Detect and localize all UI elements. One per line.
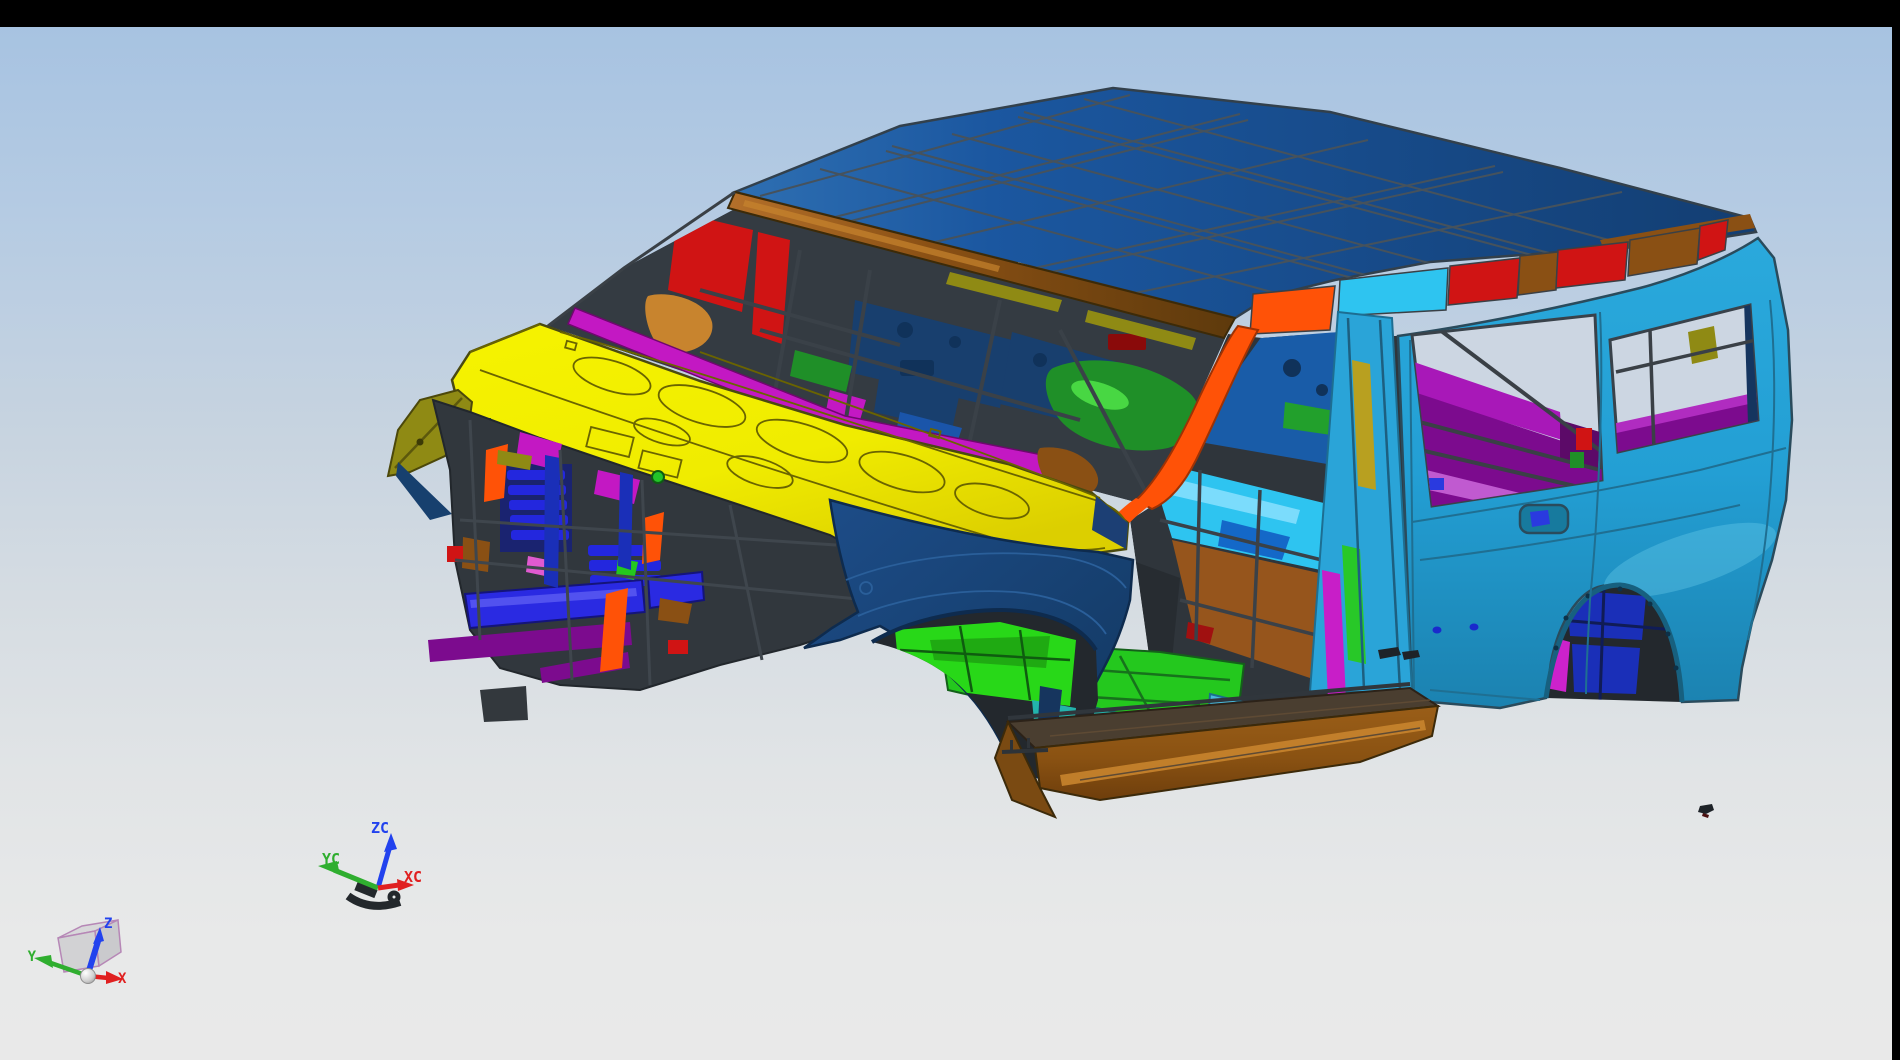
green-grommet <box>652 471 664 483</box>
abs-z-label: Z <box>104 916 112 932</box>
wcs-y-axis[interactable] <box>334 870 378 888</box>
tow-hook-block <box>480 686 528 722</box>
abs-triad[interactable]: Z Y X <box>28 916 127 987</box>
graphics-viewport[interactable]: ZC YC XC Z Y X <box>0 27 1892 1060</box>
abs-y-label: Y <box>28 949 37 965</box>
wcs-triad[interactable]: ZC YC XC <box>318 819 422 906</box>
wcs-x-label: XC <box>404 868 422 886</box>
car-model-canvas[interactable]: ZC YC XC Z Y X <box>0 27 1892 1060</box>
right-frame-bar <box>1892 0 1900 1060</box>
door-handle-insert <box>1530 510 1550 527</box>
abs-origin-ball <box>81 969 96 984</box>
wcs-z-label: ZC <box>371 819 389 837</box>
cad-application-window: ZC YC XC Z Y X <box>0 0 1900 1060</box>
wcs-y-label: YC <box>322 850 340 868</box>
top-frame-bar <box>0 0 1900 27</box>
abs-x-label: X <box>118 971 127 987</box>
wcs-z-axis[interactable] <box>378 846 390 888</box>
step-rod <box>1002 750 1048 752</box>
wcs-x-axis[interactable] <box>378 885 399 888</box>
